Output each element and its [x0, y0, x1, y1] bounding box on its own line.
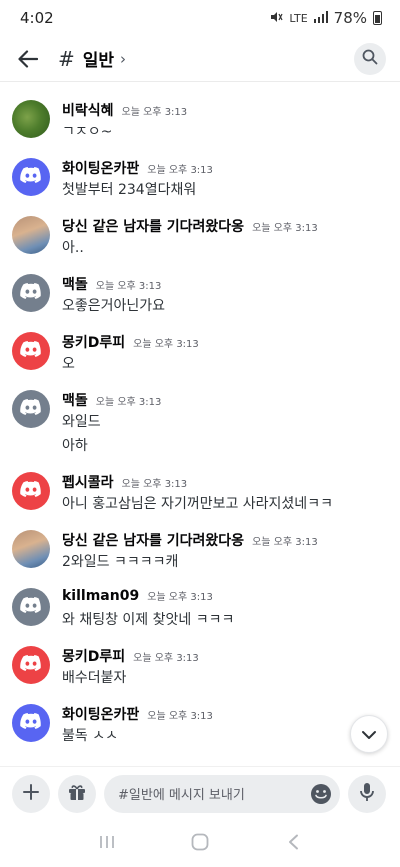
discord-logo-icon: [20, 341, 42, 361]
message-composer: #일반에 메시지 보내기: [0, 766, 400, 820]
microphone-icon: [359, 782, 375, 806]
gift-button[interactable]: [58, 774, 96, 813]
avatar[interactable]: [12, 216, 50, 254]
recent-apps-icon: [99, 834, 115, 853]
avatar[interactable]: [12, 158, 50, 196]
username[interactable]: 화이팅온카판: [62, 158, 139, 178]
avatar[interactable]: [12, 588, 50, 626]
arrow-left-icon[interactable]: [16, 47, 40, 71]
back-button[interactable]: [273, 829, 313, 859]
timestamp: 오늘 오후 3:13: [95, 397, 162, 408]
discord-logo-icon: [20, 655, 42, 675]
recent-apps-button[interactable]: [87, 829, 127, 859]
avatar[interactable]: [12, 530, 50, 568]
timestamp: 오늘 오후 3:13: [133, 339, 199, 350]
add-attachment-button[interactable]: [12, 774, 50, 813]
voice-message-button[interactable]: [348, 774, 386, 813]
message-text: 와일드: [62, 414, 101, 430]
avatar[interactable]: [12, 332, 50, 370]
channel-name[interactable]: 일반: [83, 46, 114, 71]
timestamp: 오늘 오후 3:13: [121, 107, 188, 118]
channel-header: # 일반 ›: [0, 36, 400, 82]
message-input[interactable]: #일반에 메시지 보내기: [104, 774, 340, 813]
status-time: 4:02: [20, 9, 54, 27]
discord-logo-icon: [20, 167, 42, 187]
username[interactable]: 몽키D루피: [62, 332, 125, 352]
discord-logo-icon: [20, 713, 42, 733]
timestamp: 오늘 오후 3:13: [133, 653, 199, 664]
discord-logo-icon: [20, 283, 42, 303]
home-button[interactable]: [180, 829, 220, 859]
message-list[interactable]: 비락식혜 오늘 오후 3:13 ㄱㅈㅇ~ 화이팅온카판 오늘 오후 3:13 첫…: [0, 83, 400, 763]
username[interactable]: 비락식혜: [62, 100, 114, 120]
avatar[interactable]: [12, 274, 50, 312]
status-bar: 4:02 LTE 78%: [0, 0, 400, 36]
chevron-right-icon[interactable]: ›: [120, 50, 126, 68]
battery-icon: [373, 11, 382, 25]
status-icons: LTE 78%: [269, 9, 382, 27]
message-text: 2와일드 ㅋㅋㅋㅋ캐: [62, 554, 179, 570]
gift-icon: [67, 782, 87, 806]
network-label: LTE: [289, 11, 308, 25]
signal-icon: [313, 10, 328, 26]
discord-logo-icon: [20, 481, 42, 501]
username[interactable]: 펩시콜라: [62, 472, 114, 492]
username[interactable]: 몽키D루피: [62, 646, 125, 666]
timestamp: 오늘 오후 3:13: [252, 537, 318, 548]
avatar[interactable]: [12, 390, 50, 428]
search-icon: [362, 49, 378, 69]
discord-logo-icon: [20, 597, 42, 617]
home-icon: [191, 833, 209, 855]
message-text: 와 채팅창 이제 찾앗네 ㅋㅋㅋ: [62, 612, 235, 628]
channel-hash-icon: #: [58, 46, 75, 71]
system-nav-bar: [0, 820, 400, 867]
message-text: 아..: [62, 240, 84, 256]
plus-icon: [22, 783, 40, 805]
chevron-down-icon: [361, 725, 377, 744]
username[interactable]: 맥돌: [62, 274, 88, 294]
message-text: 아하: [62, 438, 88, 454]
avatar[interactable]: [12, 704, 50, 742]
mute-icon: [269, 10, 283, 27]
message-input-placeholder[interactable]: #일반에 메시지 보내기: [118, 784, 308, 803]
username[interactable]: 당신 같은 남자를 기다려왔다옹: [62, 530, 244, 550]
message-text: ㄱㅈㅇ~: [62, 124, 113, 140]
avatar[interactable]: [12, 646, 50, 684]
message-text: 오: [62, 356, 75, 372]
emoji-icon[interactable]: [308, 781, 334, 807]
battery-percent: 78%: [333, 9, 367, 27]
timestamp: 오늘 오후 3:13: [147, 592, 213, 603]
scroll-to-bottom-button[interactable]: [350, 715, 388, 753]
back-chevron-icon: [287, 834, 299, 854]
username[interactable]: 맥돌: [62, 390, 88, 410]
username[interactable]: 화이팅온카판: [62, 704, 139, 724]
username[interactable]: killman09: [62, 588, 139, 604]
timestamp: 오늘 오후 3:13: [121, 479, 188, 490]
timestamp: 오늘 오후 3:13: [147, 711, 213, 722]
message-text: 첫발부터 234열다채워: [62, 182, 197, 198]
message-text: 불독 ㅅㅅ: [62, 728, 118, 744]
message-text: 배수더붙자: [62, 670, 127, 686]
message-text: 오좋은거아닌가요: [62, 298, 166, 314]
timestamp: 오늘 오후 3:13: [252, 223, 318, 234]
timestamp: 오늘 오후 3:13: [95, 281, 162, 292]
discord-logo-icon: [20, 399, 42, 419]
avatar[interactable]: [12, 472, 50, 510]
message-text: 아니 홍고삼님은 자기꺼만보고 사라지셨네ㅋㅋ: [62, 496, 333, 512]
timestamp: 오늘 오후 3:13: [147, 165, 213, 176]
username[interactable]: 당신 같은 남자를 기다려왔다옹: [62, 216, 244, 236]
avatar[interactable]: [12, 100, 50, 138]
search-button[interactable]: [354, 42, 386, 75]
